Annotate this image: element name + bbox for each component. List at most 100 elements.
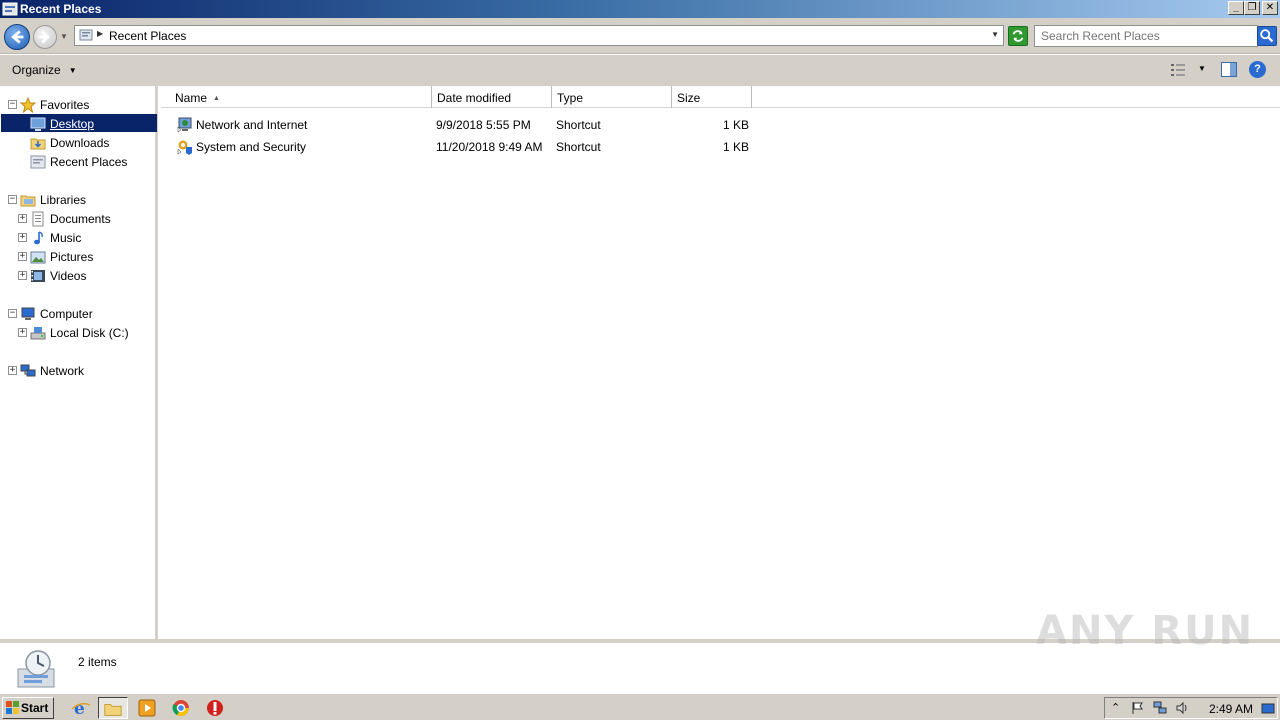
nav-item-label: Downloads [50, 136, 110, 150]
address-box[interactable]: ▶ Recent Places ▼ [74, 25, 1004, 46]
restore-button[interactable]: ❐ [1244, 1, 1260, 15]
search-button[interactable] [1257, 26, 1277, 46]
chevron-down-icon: ▼ [68, 66, 77, 75]
file-date: 11/20/2018 9:49 AM [436, 140, 543, 154]
recent-pages-dropdown[interactable]: ▼ [60, 32, 68, 41]
music-icon [34, 231, 43, 245]
pictures-icon [30, 251, 46, 264]
expand-icon[interactable]: + [18, 233, 27, 242]
videos-icon [31, 270, 45, 282]
organize-menu-button[interactable]: Organize ▼ [12, 63, 77, 77]
column-headers: Name ▲ Date modified Type Size [161, 86, 1280, 108]
organize-label: Organize [12, 63, 61, 77]
command-bar: Organize ▼ ▼ ? [0, 55, 1280, 86]
show-desktop-icon[interactable] [1261, 702, 1275, 716]
nav-item-label: Videos [50, 269, 87, 283]
file-name: Network and Internet [196, 118, 308, 132]
file-type: Shortcut [556, 118, 601, 132]
chrome-icon[interactable] [170, 697, 192, 719]
desktop-icon [30, 117, 46, 131]
windows-logo-icon [6, 701, 19, 714]
nav-network-label: Network [40, 364, 85, 378]
file-type: Shortcut [556, 140, 601, 154]
breadcrumb[interactable]: Recent Places [109, 29, 186, 43]
internet-explorer-icon[interactable]: e [70, 697, 92, 719]
change-view-icon[interactable] [1170, 63, 1186, 77]
nav-libraries[interactable]: − Libraries [8, 191, 148, 209]
column-header-size[interactable]: Size [672, 86, 752, 108]
file-date: 9/9/2018 5:55 PM [436, 118, 531, 132]
expand-icon[interactable]: + [18, 252, 27, 261]
collapse-icon[interactable]: − [8, 309, 17, 318]
show-hidden-icons-icon[interactable]: ⌃ [1111, 701, 1125, 715]
nav-item-label: Music [50, 231, 82, 245]
back-button[interactable] [4, 24, 30, 50]
forward-button[interactable] [33, 25, 57, 49]
nav-computer[interactable]: − Computer [8, 305, 148, 323]
file-row[interactable]: System and Security 11/20/2018 9:49 AM S… [161, 137, 1280, 157]
network-and-internet-icon [177, 117, 192, 133]
column-header-date[interactable]: Date modified [432, 86, 552, 108]
taskbar: Start e ⌃ 2:49 AM [0, 693, 1280, 720]
search-box[interactable] [1034, 25, 1258, 47]
column-date-label: Date modified [437, 91, 512, 105]
more-views-dropdown[interactable]: ▼ [1198, 64, 1206, 73]
collapse-icon[interactable]: − [8, 195, 17, 204]
expand-icon[interactable]: + [18, 328, 27, 337]
refresh-icon [1012, 30, 1024, 42]
nav-item-desktop[interactable]: Desktop [28, 115, 156, 133]
nav-favorites-label: Favorites [40, 98, 90, 112]
start-button[interactable]: Start [2, 697, 54, 719]
nav-item-pictures[interactable]: + Pictures [18, 248, 156, 266]
breadcrumb-chevron-icon[interactable]: ▶ [97, 29, 103, 38]
file-name: System and Security [196, 140, 307, 154]
nav-item-music[interactable]: + Music [18, 229, 156, 247]
nav-item-local-disk[interactable]: + Local Disk (C:) [18, 324, 156, 342]
column-header-name[interactable]: Name ▲ [161, 86, 432, 108]
nav-item-videos[interactable]: + Videos [18, 267, 156, 285]
nav-network[interactable]: + Network [8, 362, 148, 380]
column-size-label: Size [677, 91, 701, 105]
star-icon [20, 97, 36, 113]
collapse-icon[interactable]: − [8, 100, 17, 109]
title-bar: Recent Places _ ❐ ✕ [0, 0, 1280, 18]
window-title: Recent Places [20, 2, 102, 16]
network-status-icon[interactable] [1153, 701, 1167, 715]
refresh-button[interactable] [1008, 26, 1028, 46]
network-icon [20, 364, 36, 377]
expand-icon[interactable]: + [18, 214, 27, 223]
volume-icon[interactable] [1175, 701, 1189, 715]
column-type-label: Type [557, 91, 584, 105]
preview-pane-icon[interactable] [1221, 62, 1237, 77]
stop-icon[interactable] [204, 697, 226, 719]
file-row[interactable]: Network and Internet 9/9/2018 5:55 PM Sh… [161, 115, 1280, 135]
start-label: Start [21, 701, 49, 715]
column-name-label: Name [175, 91, 208, 105]
file-size: 1 KB [723, 140, 750, 154]
nav-item-documents[interactable]: + Documents [18, 210, 156, 228]
taskbar-explorer-button[interactable] [98, 697, 128, 719]
libraries-icon [20, 195, 36, 207]
sort-ascending-icon: ▲ [213, 95, 220, 102]
expand-icon[interactable]: + [18, 271, 27, 280]
nav-favorites[interactable]: − Favorites [8, 96, 148, 114]
close-button[interactable]: ✕ [1262, 1, 1278, 15]
nav-item-recent-places[interactable]: Recent Places [28, 153, 156, 171]
clock[interactable]: 2:49 AM [1209, 702, 1253, 716]
search-icon [1260, 29, 1274, 43]
help-icon[interactable]: ? [1249, 61, 1266, 78]
address-history-dropdown[interactable]: ▼ [991, 30, 999, 39]
file-list: Name ▲ Date modified Type Size Network an… [161, 86, 1280, 639]
column-header-type[interactable]: Type [552, 86, 672, 108]
action-center-flag-icon[interactable] [1131, 701, 1145, 715]
nav-item-label: Desktop [48, 117, 97, 131]
media-player-icon[interactable] [136, 697, 158, 719]
system-tray: ⌃ 2:49 AM [1104, 697, 1278, 719]
back-arrow-icon [11, 30, 24, 44]
minimize-button[interactable]: _ [1228, 1, 1244, 15]
expand-icon[interactable]: + [8, 366, 17, 375]
nav-item-downloads[interactable]: Downloads [28, 134, 156, 152]
recent-places-icon [79, 29, 93, 41]
watermark-logo: ANY RUN [1036, 608, 1255, 654]
search-input[interactable] [1041, 27, 1256, 45]
